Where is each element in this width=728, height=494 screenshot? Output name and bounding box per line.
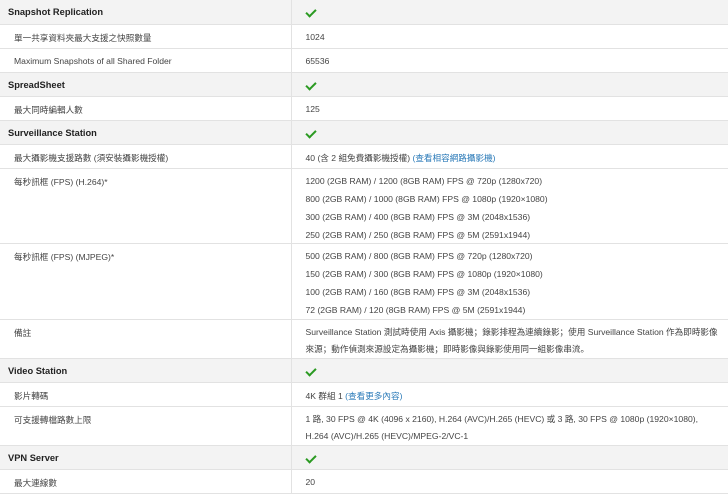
table-row: 備註 Surveillance Station 測試時使用 Axis 攝影機；錄… (0, 319, 728, 358)
fps-line: 72 (2GB RAM) / 120 (8GB RAM) FPS @ 5M (2… (306, 302, 728, 319)
table-row: Maximum Snapshots of all Shared Folder 6… (0, 48, 728, 72)
fps-line: 100 (2GB RAM) / 160 (8GB RAM) FPS @ 3M (… (306, 284, 728, 301)
row-value: 1024 (291, 24, 728, 48)
fps-line: 250 (2GB RAM) / 250 (8GB RAM) FPS @ 5M (… (306, 227, 728, 244)
fps-line: 300 (2GB RAM) / 400 (8GB RAM) FPS @ 3M (… (306, 209, 728, 226)
row-label: 備註 (0, 319, 291, 358)
section-header-vpn-server: VPN Server (0, 445, 728, 469)
row-label: 單一共享資料夾最大支援之快照數量 (0, 24, 291, 48)
section-title: Video Station (0, 358, 291, 382)
fps-line: 800 (2GB RAM) / 1000 (8GB RAM) FPS @ 108… (306, 191, 728, 208)
table-row: 最大同時編輯人數 125 (0, 96, 728, 120)
row-value: 65536 (291, 48, 728, 72)
check-icon (305, 365, 316, 376)
section-title: Snapshot Replication (0, 0, 291, 24)
check-icon (305, 79, 316, 90)
check-icon (305, 127, 316, 138)
row-label: 可支援轉檔路數上限 (0, 406, 291, 445)
check-icon (305, 452, 316, 463)
more-info-link[interactable]: (查看更多內容) (345, 391, 402, 401)
table-row: 最大攝影機支援路數 (須安裝攝影機授權) 40 (含 2 組免費攝影機授權) (… (0, 144, 728, 168)
table-row: 影片轉碼 4K 群組 1 (查看更多內容) (0, 382, 728, 406)
row-value: Surveillance Station 測試時使用 Axis 攝影機；錄影排程… (306, 324, 728, 358)
row-label: 影片轉碼 (0, 382, 291, 406)
compatible-cameras-link[interactable]: (查看相容網路攝影機) (412, 153, 495, 163)
section-title: VPN Server (0, 445, 291, 469)
spec-table: Snapshot Replication 單一共享資料夾最大支援之快照數量 10… (0, 0, 728, 494)
section-title: Surveillance Station (0, 120, 291, 144)
row-label: Maximum Snapshots of all Shared Folder (0, 48, 291, 72)
row-value: 1 路, 30 FPS @ 4K (4096 x 2160), H.264 (A… (306, 411, 728, 445)
table-row: 最大連線數 20 (0, 469, 728, 493)
row-label: 最大同時編輯人數 (0, 96, 291, 120)
fps-line: 1200 (2GB RAM) / 1200 (8GB RAM) FPS @ 72… (306, 173, 728, 190)
row-label: 每秒訊框 (FPS) (MJPEG)* (0, 244, 291, 320)
check-icon (305, 6, 316, 17)
table-row: 每秒訊框 (FPS) (MJPEG)* 500 (2GB RAM) / 800 … (0, 244, 728, 320)
row-value: 4K 群組 1 (306, 391, 346, 401)
row-label: 最大連線數 (0, 469, 291, 493)
section-header-video-station: Video Station (0, 358, 728, 382)
table-row: 每秒訊框 (FPS) (H.264)* 1200 (2GB RAM) / 120… (0, 168, 728, 244)
section-title: SpreadSheet (0, 72, 291, 96)
row-label: 每秒訊框 (FPS) (H.264)* (0, 168, 291, 244)
fps-line: 500 (2GB RAM) / 800 (8GB RAM) FPS @ 720p… (306, 248, 728, 265)
table-row: 可支援轉檔路數上限 1 路, 30 FPS @ 4K (4096 x 2160)… (0, 406, 728, 445)
row-value: 20 (291, 469, 728, 493)
section-header-spreadsheet: SpreadSheet (0, 72, 728, 96)
row-value: 40 (含 2 組免費攝影機授權) (306, 153, 413, 163)
section-header-surveillance-station: Surveillance Station (0, 120, 728, 144)
row-value: 125 (291, 96, 728, 120)
row-label: 最大攝影機支援路數 (須安裝攝影機授權) (0, 144, 291, 168)
section-header-snapshot-replication: Snapshot Replication (0, 0, 728, 24)
fps-line: 150 (2GB RAM) / 300 (8GB RAM) FPS @ 1080… (306, 266, 728, 283)
table-row: 單一共享資料夾最大支援之快照數量 1024 (0, 24, 728, 48)
